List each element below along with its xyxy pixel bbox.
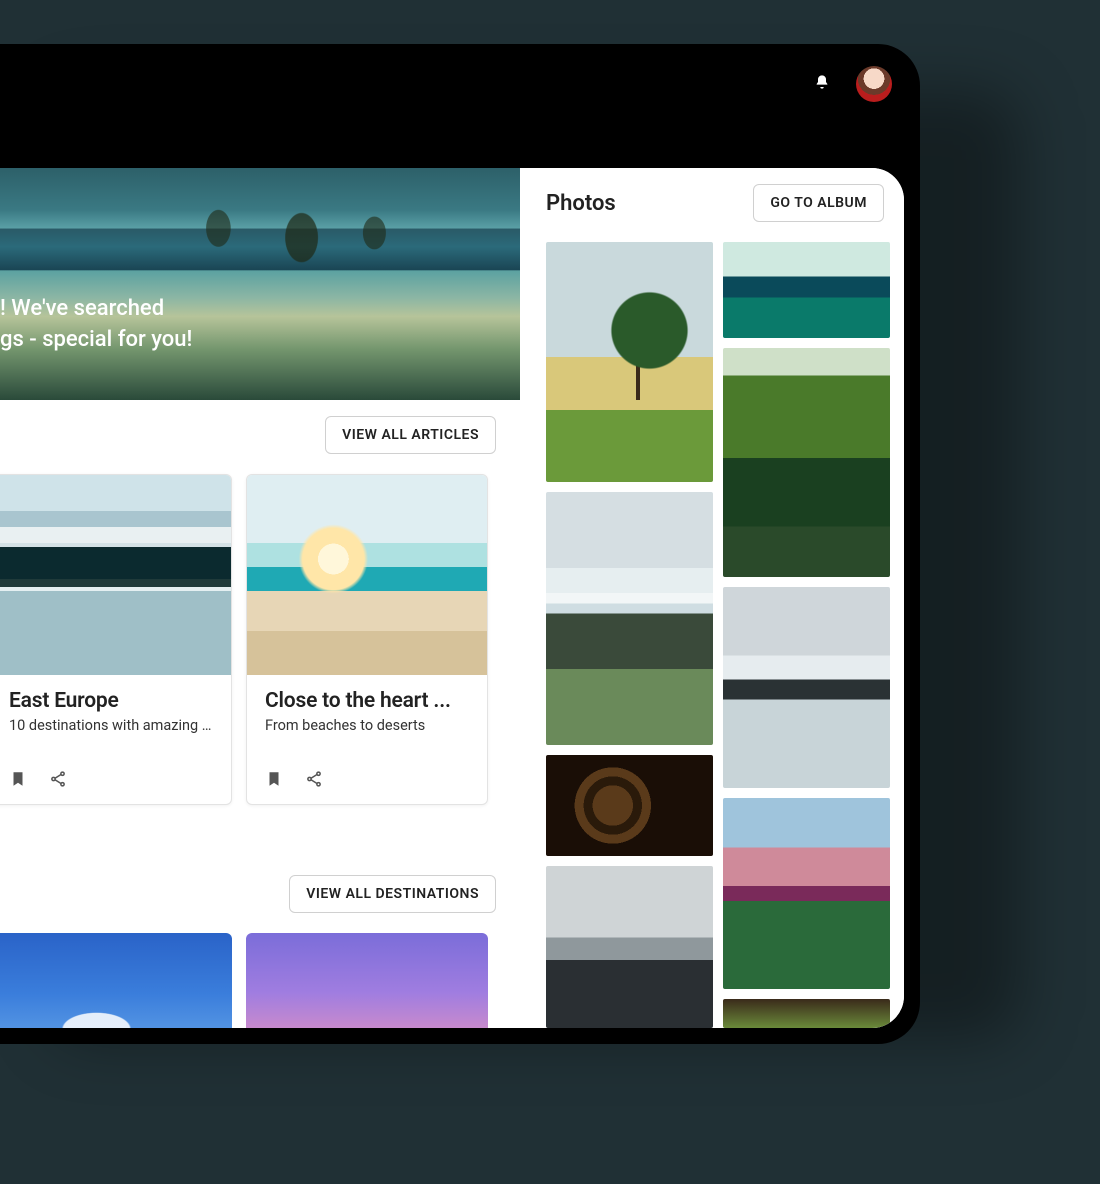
article-subtitle: From beaches to deserts — [265, 717, 469, 734]
article-image — [0, 475, 231, 675]
view-all-destinations-button[interactable]: VIEW ALL DESTINATIONS — [289, 875, 496, 913]
photo-thumbnail[interactable] — [546, 755, 713, 856]
hero-text: ! We've searched gs - special for you! — [0, 294, 192, 356]
hero-line-1: ! We've searched — [0, 294, 192, 325]
photo-gallery — [546, 242, 890, 1028]
photo-thumbnail[interactable] — [546, 492, 713, 745]
screen: ! We've searched gs - special for you! V… — [0, 168, 904, 1028]
photo-thumbnail[interactable] — [546, 866, 713, 1028]
share-icon[interactable] — [305, 770, 323, 788]
share-icon[interactable] — [49, 770, 67, 788]
article-title: East Europe — [9, 689, 213, 713]
photos-title: Photos — [546, 191, 616, 216]
device-frame: ! We've searched gs - special for you! V… — [0, 44, 920, 1044]
destination-cards — [0, 933, 520, 1028]
photo-thumbnail[interactable] — [723, 798, 890, 989]
photo-thumbnail[interactable] — [546, 242, 713, 482]
article-card[interactable]: East Europe 10 destinations with amazing… — [0, 474, 232, 805]
view-all-articles-button[interactable]: VIEW ALL ARTICLES — [325, 416, 496, 454]
destination-image[interactable] — [246, 933, 488, 1028]
article-cards: East Europe 10 destinations with amazing… — [0, 474, 520, 805]
hero-line-2: gs - special for you! — [0, 325, 192, 356]
destination-image[interactable] — [0, 933, 232, 1028]
article-title: Close to the heart ... — [265, 689, 469, 713]
article-card[interactable]: Close to the heart ... From beaches to d… — [246, 474, 488, 805]
article-subtitle: 10 destinations with amazing vi... — [9, 717, 213, 734]
photo-thumbnail[interactable] — [723, 999, 890, 1028]
photos-sidebar: Photos GO TO ALBUM — [520, 168, 904, 1028]
articles-section-bar: VIEW ALL ARTICLES — [0, 400, 520, 474]
hero-banner: ! We've searched gs - special for you! — [0, 168, 520, 400]
status-bar — [0, 44, 920, 124]
photo-thumbnail[interactable] — [723, 242, 890, 338]
bookmark-icon[interactable] — [265, 770, 283, 788]
destinations-section-bar: VIEW ALL DESTINATIONS — [0, 805, 520, 933]
bookmark-icon[interactable] — [9, 770, 27, 788]
photo-thumbnail[interactable] — [723, 587, 890, 788]
go-to-album-button[interactable]: GO TO ALBUM — [753, 184, 884, 222]
avatar[interactable] — [856, 66, 892, 102]
photo-thumbnail[interactable] — [723, 348, 890, 578]
article-image — [247, 475, 487, 675]
bell-icon[interactable] — [814, 73, 830, 95]
main-column: ! We've searched gs - special for you! V… — [0, 168, 520, 1028]
